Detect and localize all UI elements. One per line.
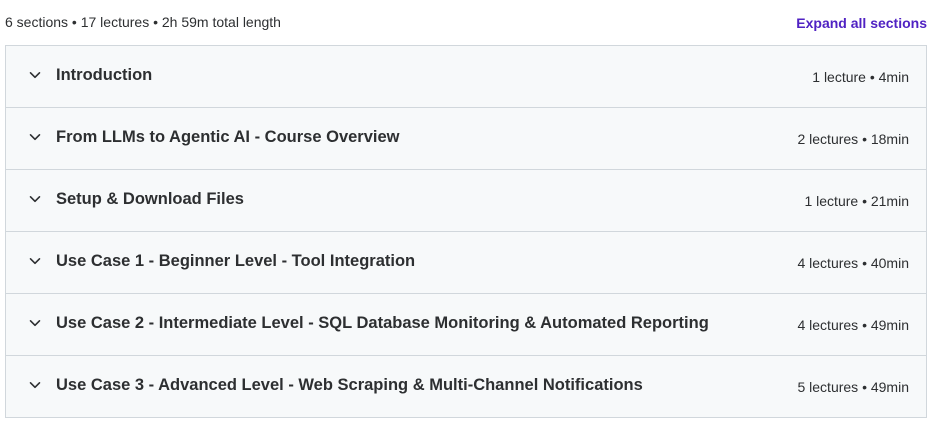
section-title: Setup & Download Files xyxy=(56,190,244,208)
section-row-use-case-3[interactable]: Use Case 3 - Advanced Level - Web Scrapi… xyxy=(6,356,926,418)
section-lecture-count: 4 lectures • 40min xyxy=(797,255,909,271)
chevron-down-icon xyxy=(28,68,42,82)
section-lecture-count: 4 lectures • 49min xyxy=(797,317,909,333)
section-title: From LLMs to Agentic AI - Course Overvie… xyxy=(56,128,400,146)
chevron-down-icon xyxy=(28,316,42,330)
chevron-down-icon xyxy=(28,130,42,144)
chevron-down-icon xyxy=(28,192,42,206)
section-lecture-count: 1 lecture • 21min xyxy=(804,193,909,209)
expand-all-sections-button[interactable]: Expand all sections xyxy=(796,15,927,31)
chevron-down-icon xyxy=(28,254,42,268)
section-title: Use Case 1 - Beginner Level - Tool Integ… xyxy=(56,252,416,270)
curriculum-summary-bar: 6 sections • 17 lectures • 2h 59m total … xyxy=(5,0,927,45)
section-title: Introduction xyxy=(56,66,153,84)
section-lecture-count: 1 lecture • 4min xyxy=(812,69,909,85)
section-row-use-case-2[interactable]: Use Case 2 - Intermediate Level - SQL Da… xyxy=(6,294,926,356)
section-row-introduction[interactable]: Introduction 1 lecture • 4min xyxy=(6,46,926,108)
section-lecture-count: 5 lectures • 49min xyxy=(797,379,909,395)
section-title: Use Case 2 - Intermediate Level - SQL Da… xyxy=(56,314,709,332)
section-lecture-count: 2 lectures • 18min xyxy=(797,131,909,147)
section-title: Use Case 3 - Advanced Level - Web Scrapi… xyxy=(56,376,643,394)
curriculum-section-list: Introduction 1 lecture • 4min From LLMs … xyxy=(5,45,927,418)
chevron-down-icon xyxy=(28,378,42,392)
section-row-course-overview[interactable]: From LLMs to Agentic AI - Course Overvie… xyxy=(6,108,926,170)
section-row-use-case-1[interactable]: Use Case 1 - Beginner Level - Tool Integ… xyxy=(6,232,926,294)
section-row-setup[interactable]: Setup & Download Files 1 lecture • 21min xyxy=(6,170,926,232)
curriculum-summary-text: 6 sections • 17 lectures • 2h 59m total … xyxy=(5,14,281,30)
